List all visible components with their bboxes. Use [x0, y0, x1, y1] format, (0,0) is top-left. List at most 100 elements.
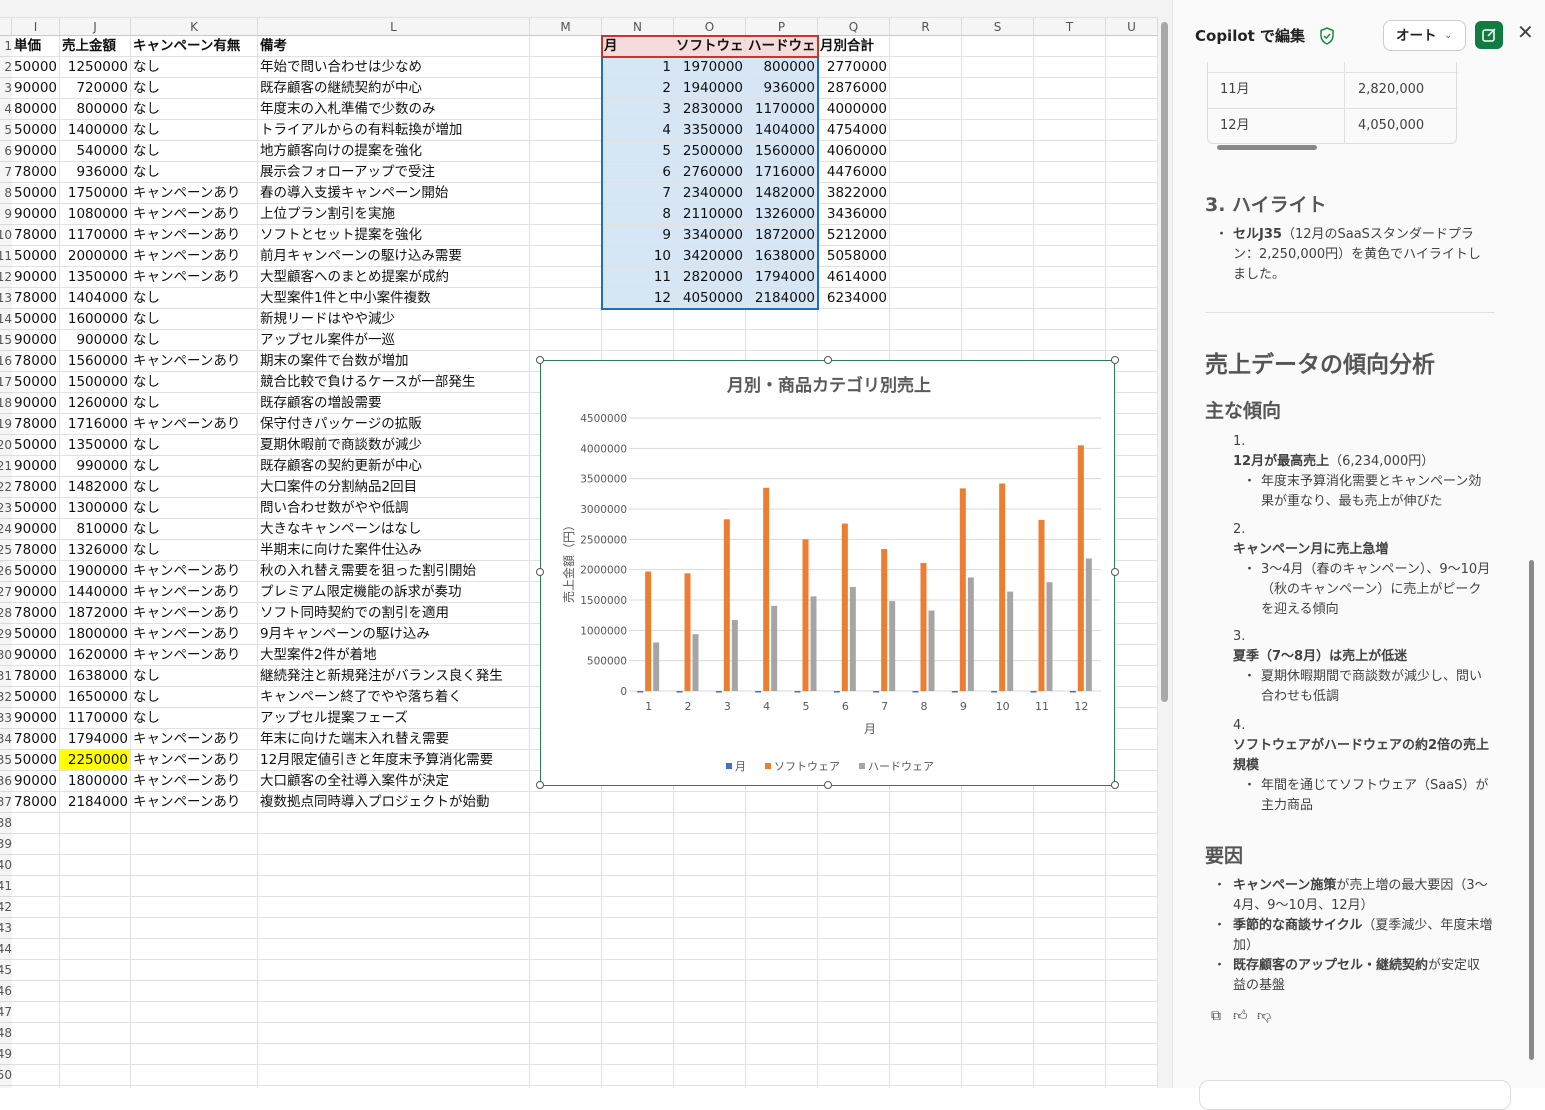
cell[interactable] — [962, 141, 1034, 162]
cell[interactable] — [890, 834, 962, 855]
row-header[interactable]: 49 — [0, 1044, 12, 1065]
cell[interactable] — [258, 1023, 530, 1044]
cell[interactable] — [1106, 918, 1158, 939]
cell[interactable]: なし — [131, 288, 258, 309]
cell[interactable]: 年末に向けた端末入れ替え需要 — [258, 729, 530, 750]
cell[interactable] — [60, 813, 131, 834]
cell[interactable] — [890, 246, 962, 267]
cell[interactable]: ソフトとセット提案を強化 — [258, 225, 530, 246]
cell[interactable] — [890, 1023, 962, 1044]
cell[interactable]: キャンペーン終了でやや落ち着く — [258, 687, 530, 708]
cell[interactable] — [962, 1065, 1034, 1086]
cell[interactable] — [962, 792, 1034, 813]
cell[interactable] — [1034, 183, 1106, 204]
cell[interactable] — [1034, 267, 1106, 288]
cell[interactable] — [1106, 1023, 1158, 1044]
cell[interactable]: トライアルからの有料転換が増加 — [258, 120, 530, 141]
cell[interactable]: 50000 — [12, 57, 60, 78]
column-header-Q[interactable]: Q — [818, 18, 890, 36]
cell[interactable] — [890, 309, 962, 330]
row-header[interactable]: 16 — [0, 351, 12, 372]
cell[interactable] — [12, 813, 60, 834]
cell[interactable]: 1794000 — [60, 729, 131, 750]
cell[interactable] — [602, 309, 674, 330]
cell[interactable] — [962, 960, 1034, 981]
cell[interactable]: キャンペーンあり — [131, 204, 258, 225]
header-cell[interactable]: 備考 — [258, 36, 530, 57]
cell[interactable] — [962, 918, 1034, 939]
row-header[interactable]: 36 — [0, 771, 12, 792]
resize-handle[interactable] — [824, 781, 832, 789]
column-header-J[interactable]: J — [60, 18, 131, 36]
cell[interactable] — [1106, 36, 1158, 57]
cell[interactable] — [1034, 918, 1106, 939]
cell[interactable] — [1034, 855, 1106, 876]
row-header[interactable]: 34 — [0, 729, 12, 750]
cell[interactable] — [530, 36, 602, 57]
cell[interactable]: 3436000 — [818, 204, 890, 225]
row-header[interactable]: 28 — [0, 603, 12, 624]
cell[interactable]: 50000 — [12, 309, 60, 330]
cell[interactable]: 50000 — [12, 120, 60, 141]
cell[interactable] — [674, 1002, 746, 1023]
cell[interactable]: 秋の入れ替え需要を狙った割引開始 — [258, 561, 530, 582]
cell[interactable]: 50000 — [12, 246, 60, 267]
resize-handle[interactable] — [1111, 356, 1119, 364]
cell[interactable]: なし — [131, 309, 258, 330]
cell[interactable] — [602, 981, 674, 1002]
cell[interactable] — [746, 1023, 818, 1044]
cell[interactable] — [746, 1044, 818, 1065]
row-header[interactable]: 6 — [0, 141, 12, 162]
resize-handle[interactable] — [536, 781, 544, 789]
cell[interactable]: 90000 — [12, 582, 60, 603]
cell[interactable]: キャンペーンあり — [131, 183, 258, 204]
cell[interactable] — [1106, 813, 1158, 834]
cell[interactable] — [602, 876, 674, 897]
cell[interactable]: 4754000 — [818, 120, 890, 141]
cell[interactable]: 810000 — [60, 519, 131, 540]
row-header[interactable]: 41 — [0, 876, 12, 897]
cell[interactable]: 540000 — [60, 141, 131, 162]
cell[interactable] — [962, 36, 1034, 57]
cell[interactable] — [602, 330, 674, 351]
cell[interactable] — [60, 981, 131, 1002]
cell[interactable] — [818, 939, 890, 960]
cell[interactable]: 1800000 — [60, 624, 131, 645]
cell[interactable] — [746, 834, 818, 855]
cell[interactable] — [60, 1023, 131, 1044]
vertical-scrollbar[interactable] — [1158, 0, 1172, 1088]
cell[interactable] — [131, 897, 258, 918]
cell[interactable]: 2876000 — [818, 78, 890, 99]
cell[interactable]: なし — [131, 666, 258, 687]
row-header[interactable]: 15 — [0, 330, 12, 351]
cell[interactable]: 90000 — [12, 330, 60, 351]
cell[interactable] — [1106, 1065, 1158, 1086]
cell[interactable]: 9月キャンペーンの駆け込み — [258, 624, 530, 645]
cell[interactable] — [890, 225, 962, 246]
row-header[interactable]: 50 — [0, 1065, 12, 1086]
cell[interactable]: 1750000 — [60, 183, 131, 204]
cell[interactable] — [1106, 960, 1158, 981]
cell[interactable] — [746, 981, 818, 1002]
cell[interactable] — [890, 204, 962, 225]
cell[interactable] — [530, 876, 602, 897]
cell[interactable] — [258, 981, 530, 1002]
cell[interactable] — [818, 309, 890, 330]
cell[interactable] — [1034, 813, 1106, 834]
cell[interactable] — [530, 1002, 602, 1023]
cell[interactable] — [890, 1065, 962, 1086]
cell[interactable] — [890, 918, 962, 939]
cell[interactable] — [962, 78, 1034, 99]
thumbs-down-icon[interactable]: 👎︎ — [1257, 1006, 1271, 1026]
cell[interactable]: 720000 — [60, 78, 131, 99]
cell[interactable] — [530, 162, 602, 183]
cell[interactable]: 1600000 — [60, 309, 131, 330]
cell[interactable] — [530, 120, 602, 141]
cell[interactable] — [131, 834, 258, 855]
cell[interactable] — [1034, 1044, 1106, 1065]
cell[interactable]: なし — [131, 477, 258, 498]
cell[interactable] — [674, 1065, 746, 1086]
cell[interactable] — [746, 939, 818, 960]
cell[interactable]: 春の導入支援キャンペーン開始 — [258, 183, 530, 204]
cell[interactable] — [962, 225, 1034, 246]
